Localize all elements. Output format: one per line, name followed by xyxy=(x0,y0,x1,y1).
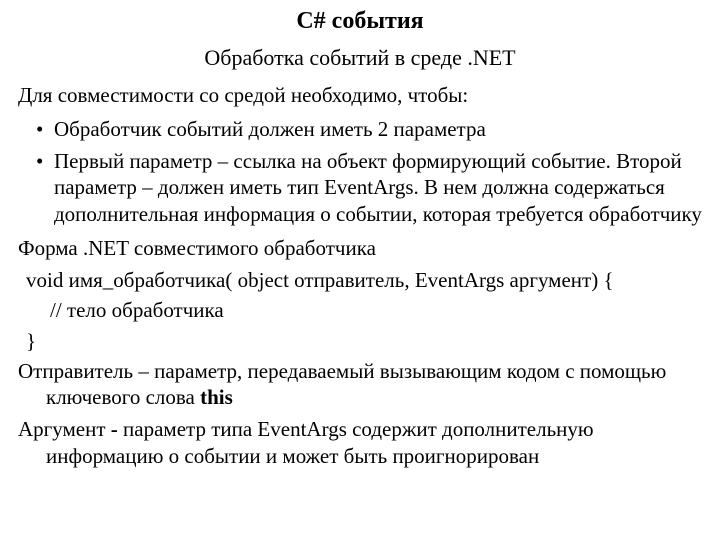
code-line-close: } xyxy=(18,328,702,354)
slide-title: C# события xyxy=(18,6,702,36)
code-line-signature: void имя_обработчика( object отправитель… xyxy=(18,267,702,293)
sender-text: Отправитель – параметр, передаваемый выз… xyxy=(18,359,666,409)
form-label: Форма .NET совместимого обработчика xyxy=(18,235,702,261)
lead-paragraph: Для совместимости со средой необходимо, … xyxy=(18,82,702,108)
argument-rest: параметр типа EventArgs содержит дополни… xyxy=(46,417,594,467)
sender-keyword: this xyxy=(200,385,233,409)
list-item: Обработчик событий должен иметь 2 параме… xyxy=(26,116,702,142)
sender-paragraph: Отправитель – параметр, передаваемый выз… xyxy=(18,358,702,411)
list-item: Первый параметр – ссылка на объект форми… xyxy=(26,148,702,227)
argument-dash: - xyxy=(111,417,118,441)
argument-prefix: Аргумент xyxy=(18,417,111,441)
slide-subtitle: Обработка событий в среде .NET xyxy=(18,44,702,72)
code-line-body: // тело обработчика xyxy=(18,297,702,323)
bullet-list: Обработчик событий должен иметь 2 параме… xyxy=(18,116,702,227)
argument-paragraph: Аргумент - параметр типа EventArgs содер… xyxy=(18,416,702,469)
